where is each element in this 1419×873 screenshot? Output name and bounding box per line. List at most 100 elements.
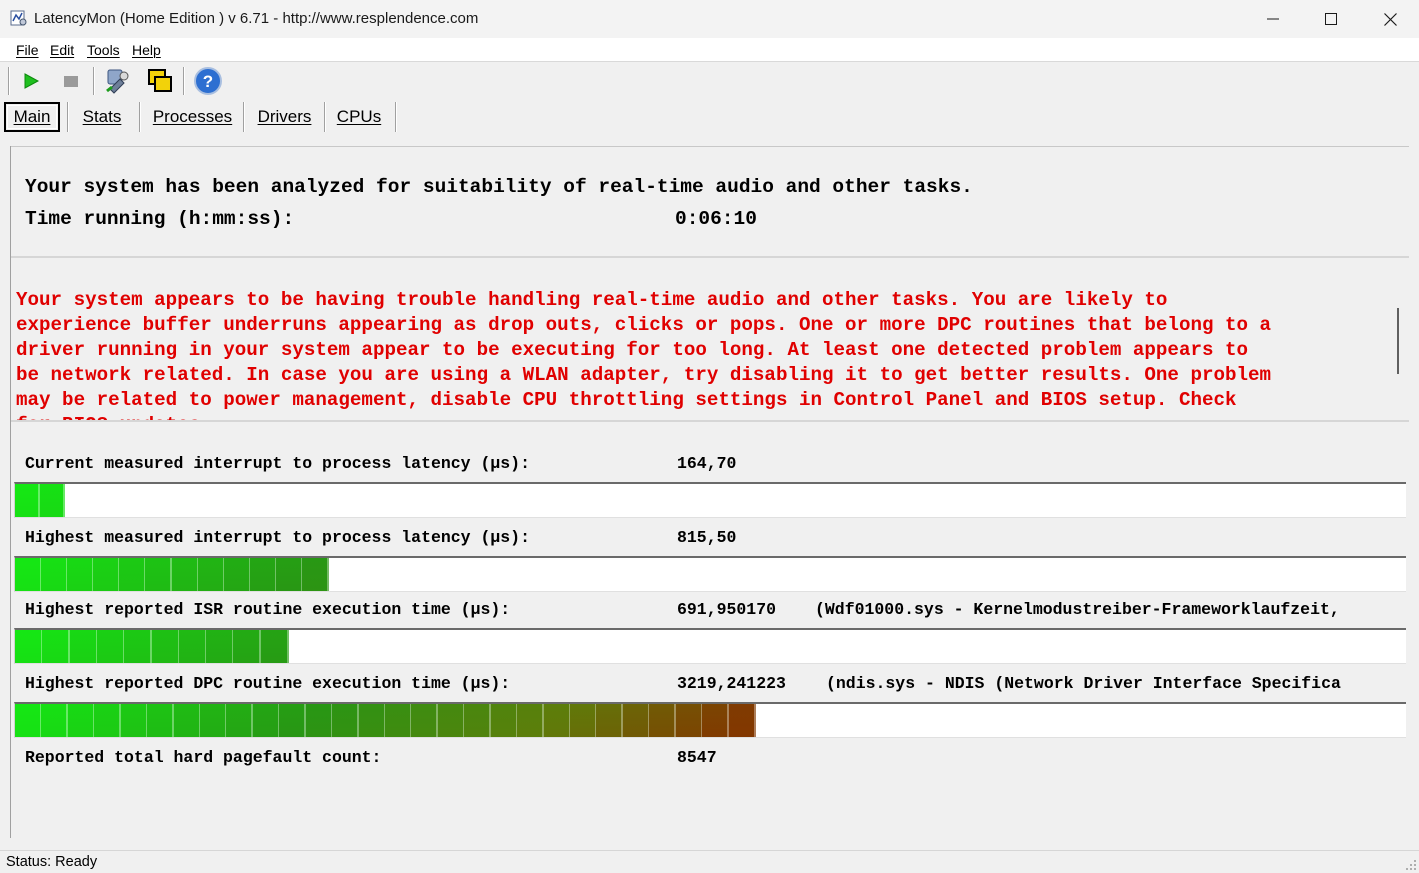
bar-segment [70, 630, 98, 663]
bar-segment [97, 630, 125, 663]
resize-grip-icon[interactable] [1405, 859, 1417, 871]
tab-separator [139, 102, 141, 132]
bar-segment [124, 630, 152, 663]
main-panel: Your system has been analyzed for suitab… [10, 146, 1409, 838]
time-running-label: Time running (h:mm:ss): [25, 208, 295, 230]
bar-segment [152, 630, 180, 663]
bar-segment [276, 558, 303, 591]
bar-segment [302, 558, 329, 591]
pagefault-value: 8547 [677, 748, 717, 767]
bar-segment [224, 558, 251, 591]
highest-latency-label: Highest measured interrupt to process la… [25, 528, 530, 547]
tab-processes-label: Processes [152, 107, 233, 126]
bar-segment [67, 558, 94, 591]
warning-scrollbar[interactable] [1397, 308, 1399, 374]
menu-tools[interactable]: Tools [87, 42, 120, 58]
close-button[interactable] [1361, 0, 1419, 38]
bar-segment [172, 558, 199, 591]
warning-box[interactable]: Your system appears to be having trouble… [11, 262, 1409, 422]
svg-text:?: ? [203, 72, 213, 91]
highest-latency-value: 815,50 [677, 528, 737, 547]
maximize-icon [1325, 13, 1337, 25]
stop-icon [64, 76, 78, 87]
help-icon: ? [194, 67, 222, 95]
menu-edit[interactable]: Edit [50, 42, 74, 58]
tab-stats-label: Stats [82, 107, 122, 126]
tab-separator [324, 102, 326, 132]
tab-main[interactable]: Main [4, 102, 60, 132]
app-icon [10, 10, 27, 26]
tab-cpus-label: CPUs [336, 107, 382, 126]
toolbar-separator [8, 67, 10, 95]
isr-time-bar [14, 628, 1406, 664]
bar-segment [464, 704, 491, 737]
tab-stats[interactable]: Stats [72, 102, 132, 132]
isr-driver-info: (Wdf01000.sys - Kernelmodustreiber-Frame… [815, 600, 1340, 619]
bar-segment [147, 704, 174, 737]
dpc-time-bar [14, 702, 1406, 738]
bar-segment [359, 704, 386, 737]
bar-segment [226, 704, 253, 737]
current-latency-value: 164,70 [677, 454, 737, 473]
settings-icon [106, 69, 129, 94]
close-icon [1383, 12, 1397, 26]
bar-segment [93, 558, 120, 591]
dpc-driver-info: (ndis.sys - NDIS (Network Driver Interfa… [826, 674, 1341, 693]
bar-segment [544, 704, 571, 737]
tab-processes[interactable]: Processes [145, 102, 240, 132]
tab-separator [395, 102, 397, 132]
bar-segment [596, 704, 623, 737]
bar-segment [15, 558, 42, 591]
menu-file[interactable]: File [16, 42, 39, 58]
bar-segment [198, 558, 225, 591]
current-latency-label: Current measured interrupt to process la… [25, 454, 530, 473]
bar-segment [570, 704, 597, 737]
start-button[interactable] [16, 66, 46, 96]
toolbar: ? [0, 63, 1419, 99]
bar-segment [145, 558, 172, 591]
help-button[interactable]: ? [193, 66, 223, 96]
dpc-time-label: Highest reported DPC routine execution t… [25, 674, 511, 693]
windows-icon [148, 69, 172, 92]
bar-segment [94, 704, 121, 737]
bar-segment [42, 630, 70, 663]
bar-segment [385, 704, 412, 737]
bar-segment [233, 630, 261, 663]
stop-button[interactable] [56, 66, 86, 96]
bar-segment [41, 704, 68, 737]
menu-bar: File Edit Tools Help [0, 38, 1419, 62]
pagefault-label: Reported total hard pagefault count: [25, 748, 382, 767]
bar-segment [702, 704, 729, 737]
bar-segment [261, 630, 289, 663]
tab-main-label: Main [13, 107, 51, 126]
bar-segment [179, 630, 207, 663]
bar-segment [649, 704, 676, 737]
bar-segment [623, 704, 650, 737]
bar-segment [517, 704, 544, 737]
bar-segment [306, 704, 333, 737]
isr-time-value: 691,950170 [677, 600, 777, 619]
play-icon [24, 73, 40, 89]
status-bar: Status: Ready [0, 850, 1419, 873]
latencymon-window: LatencyMon (Home Edition ) v 6.71 - http… [0, 0, 1419, 873]
menu-help[interactable]: Help [132, 42, 161, 58]
bar-segment [119, 558, 146, 591]
bar-segment [40, 484, 65, 517]
tab-separator [243, 102, 245, 132]
window-title: LatencyMon (Home Edition ) v 6.71 - http… [34, 10, 479, 27]
settings-button[interactable] [103, 66, 133, 96]
title-bar[interactable]: LatencyMon (Home Edition ) v 6.71 - http… [0, 0, 1419, 38]
tab-strip: Main Stats Processes Drivers CPUs [0, 100, 1419, 134]
dpc-time-value: 3219,241223 [677, 674, 786, 693]
current-latency-bar [14, 482, 1406, 518]
bar-segment [174, 704, 201, 737]
toolbar-separator [93, 67, 95, 95]
tab-drivers[interactable]: Drivers [248, 102, 321, 132]
minimize-button[interactable] [1244, 0, 1302, 38]
windows-button[interactable] [145, 66, 175, 96]
bar-segment [279, 704, 306, 737]
tab-cpus[interactable]: CPUs [329, 102, 389, 132]
bar-segment [200, 704, 227, 737]
highest-latency-bar [14, 556, 1406, 592]
maximize-button[interactable] [1302, 0, 1360, 38]
